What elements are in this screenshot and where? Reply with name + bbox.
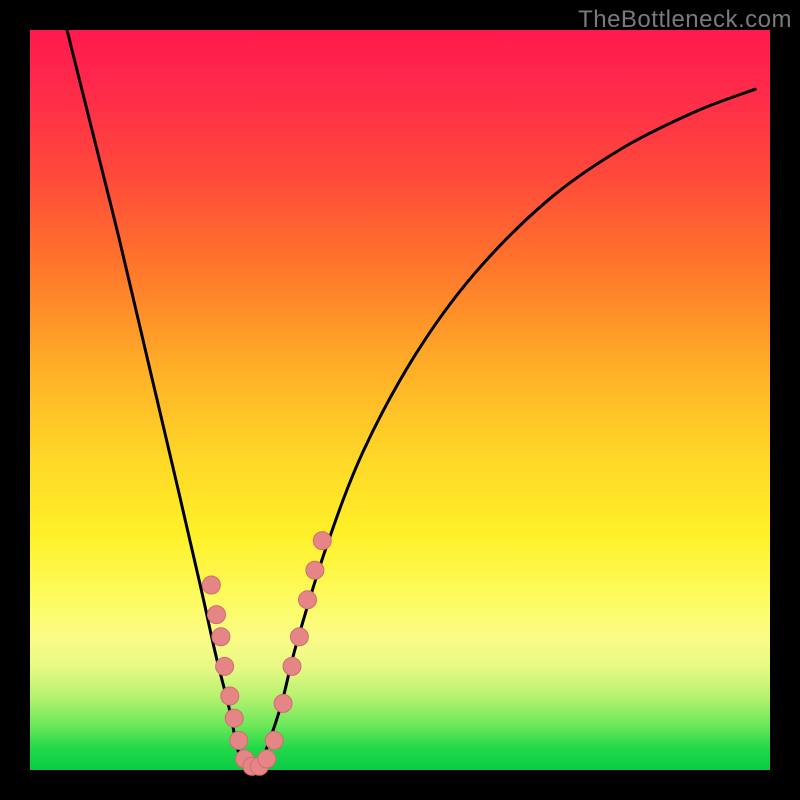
curve-marker <box>230 731 248 749</box>
curve-marker <box>299 591 317 609</box>
curve-marker <box>265 731 283 749</box>
bottleneck-curve-path <box>67 30 755 770</box>
curve-markers <box>202 532 331 776</box>
outer-frame: TheBottleneck.com <box>0 0 800 800</box>
curve-marker <box>212 628 230 646</box>
curve-marker <box>306 561 324 579</box>
curve-marker <box>283 657 301 675</box>
curve-marker <box>225 709 243 727</box>
curve-marker <box>274 694 292 712</box>
bottleneck-chart <box>30 30 770 770</box>
plot-area <box>30 30 770 770</box>
curve-marker <box>258 750 276 768</box>
curve-marker <box>221 687 239 705</box>
curve-marker <box>313 532 331 550</box>
curve-marker <box>290 628 308 646</box>
curve-marker <box>208 606 226 624</box>
curve-marker <box>216 657 234 675</box>
curve-marker <box>202 576 220 594</box>
